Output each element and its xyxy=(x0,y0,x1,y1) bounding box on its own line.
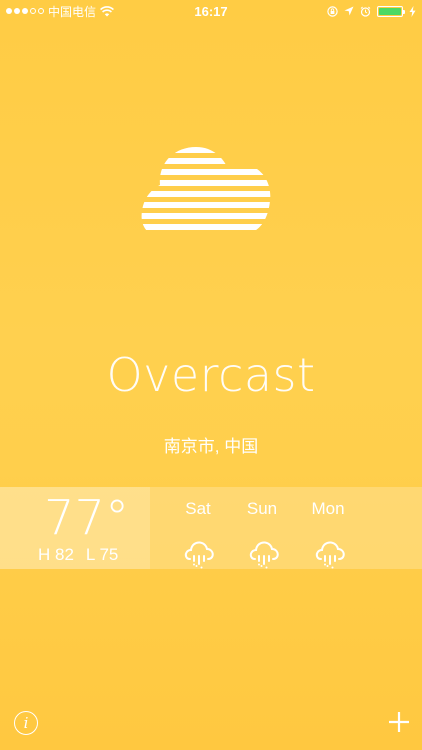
rain-cloud-icon xyxy=(315,541,345,569)
info-icon[interactable]: i xyxy=(14,711,38,735)
high-low-temps: H 82 L 75 xyxy=(38,545,118,565)
clock: 16:17 xyxy=(194,3,228,19)
plus-icon[interactable] xyxy=(387,710,411,734)
info-glyph: i xyxy=(23,714,29,732)
condition-label: Overcast xyxy=(106,348,316,402)
battery-icon xyxy=(377,5,405,17)
forecast-day-mon: Mon xyxy=(311,499,345,518)
overcast-cloud-icon xyxy=(141,147,271,230)
rain-cloud-icon xyxy=(249,541,279,569)
high-temp: H 82 xyxy=(38,545,74,564)
forecast-day-sun: Sun xyxy=(246,499,278,518)
current-temperature: 77° xyxy=(44,490,130,546)
location-label: 南京市, 中国 xyxy=(163,437,259,456)
status-bar: 中国电信 16:17 xyxy=(0,0,422,22)
low-temp: L 75 xyxy=(85,545,119,564)
rain-cloud-icon xyxy=(184,541,214,569)
forecast-day-sat: Sat xyxy=(185,499,211,518)
